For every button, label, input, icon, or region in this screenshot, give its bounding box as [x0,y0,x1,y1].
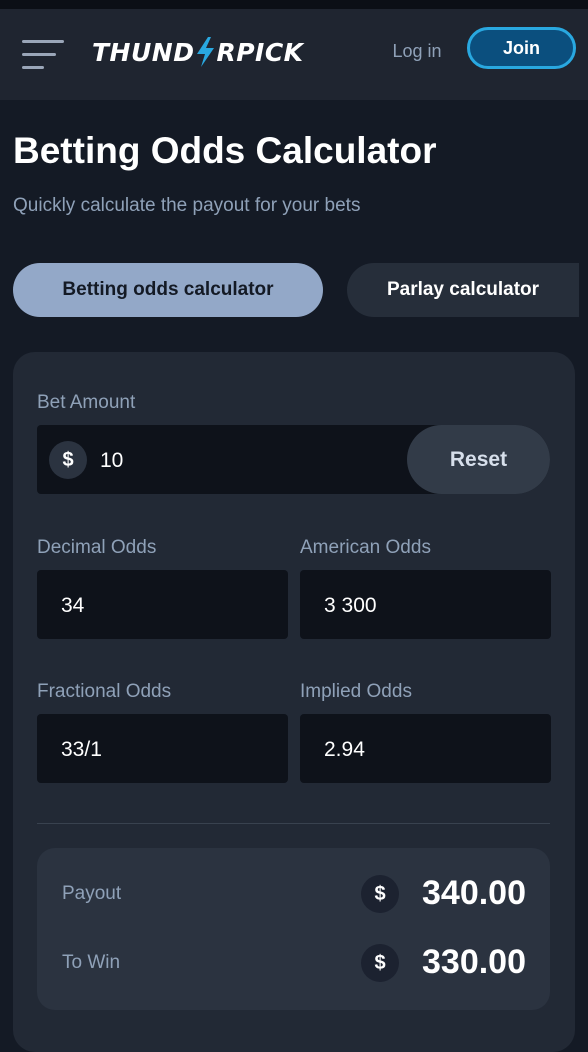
payout-value: 340.00 [422,874,526,912]
american-odds-label: American Odds [300,537,431,558]
payout-label: Payout [62,883,122,904]
to-win-label: To Win [62,952,121,973]
logo-text-left: THUND [92,37,195,67]
page-title: Betting Odds Calculator [13,130,437,171]
tab-betting-odds-calculator[interactable]: Betting odds calculator [13,263,323,317]
american-odds-value[interactable]: 3 300 [324,594,377,618]
bet-amount-value[interactable]: 10 [100,449,123,473]
fractional-odds-value[interactable]: 33/1 [61,738,102,762]
reset-button[interactable]: Reset [407,425,550,494]
lightning-bolt-icon [197,37,215,67]
dollar-icon: $ [361,944,399,982]
dollar-icon: $ [49,441,87,479]
hamburger-menu-icon[interactable] [22,38,64,72]
thunderpick-logo[interactable]: THUND RPICK [92,37,304,67]
tab-parlay-calculator[interactable]: Parlay calculator [347,263,579,317]
logo-text-right: RPICK [216,37,304,67]
fractional-odds-label: Fractional Odds [37,681,172,702]
divider [37,823,550,824]
dollar-icon: $ [361,875,399,913]
implied-odds-value[interactable]: 2.94 [324,738,365,762]
status-strip [0,0,588,9]
page-subtitle: Quickly calculate the payout for your be… [13,195,361,216]
results-panel [37,848,550,1010]
to-win-value: 330.00 [422,943,526,981]
implied-odds-label: Implied Odds [300,681,412,702]
join-button[interactable]: Join [467,27,576,69]
login-link[interactable]: Log in [382,41,452,62]
bet-amount-label: Bet Amount [37,392,136,413]
decimal-odds-value[interactable]: 34 [61,594,84,618]
decimal-odds-label: Decimal Odds [37,537,157,558]
